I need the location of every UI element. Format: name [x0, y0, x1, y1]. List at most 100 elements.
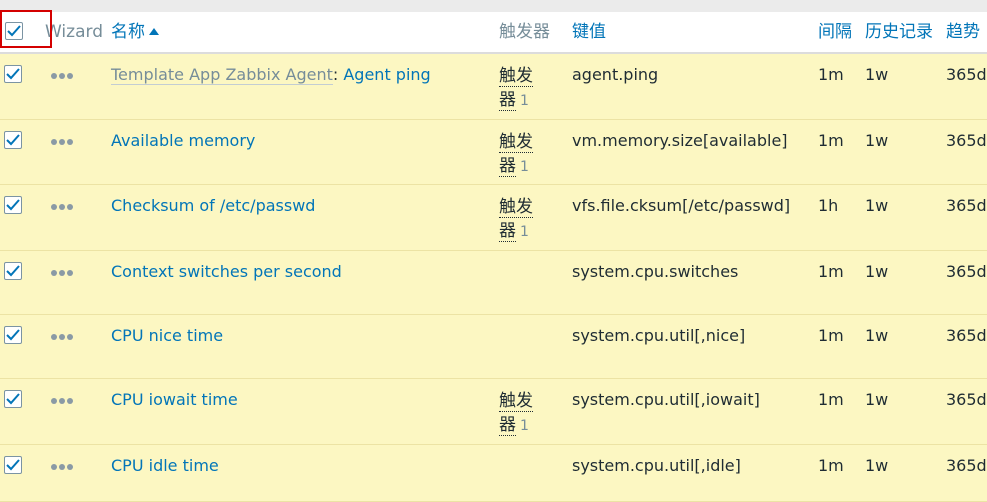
select-all-checkbox[interactable] [5, 22, 23, 40]
template-link[interactable]: Template App Zabbix Agent [111, 65, 333, 85]
item-key: system.cpu.switches [572, 262, 739, 281]
item-history: 1w [865, 262, 889, 281]
item-trends: 365d [946, 326, 987, 345]
item-key: system.cpu.util[,nice] [572, 326, 746, 345]
row-checkbox[interactable] [4, 390, 22, 408]
triggers-cell: 触发器 1 [499, 130, 539, 179]
item-name-link[interactable]: CPU nice time [111, 326, 223, 345]
item-actions-menu-icon[interactable] [51, 464, 75, 470]
item-history: 1w [865, 390, 889, 409]
column-header-key[interactable]: 键值 [572, 12, 606, 52]
item-key: system.cpu.util[,idle] [572, 456, 741, 475]
item-name-link[interactable]: Context switches per second [111, 262, 342, 281]
table-row: CPU idle time system.cpu.util[,idle] 1m 1w 3… [0, 445, 987, 502]
triggers-link-cont[interactable]: 器 [499, 156, 516, 177]
item-name-cell: Context switches per second [111, 262, 342, 281]
item-key: system.cpu.util[,iowait] [572, 390, 760, 409]
item-trends: 365d [946, 131, 987, 150]
item-key: vm.memory.size[available] [572, 131, 788, 150]
name-separator: : [332, 65, 339, 84]
item-trends: 365d [946, 456, 987, 475]
row-checkbox[interactable] [4, 65, 22, 83]
item-name-cell: CPU nice time [111, 326, 223, 345]
item-history: 1w [865, 196, 889, 215]
column-header-history[interactable]: 历史记录 [865, 12, 933, 52]
trigger-count: 1 [520, 418, 529, 434]
item-key: agent.ping [572, 65, 659, 84]
checkmark-icon [6, 329, 20, 341]
column-header-name[interactable]: 名称 [111, 12, 159, 52]
item-interval: 1m [818, 326, 844, 345]
table-row: Template App Zabbix Agent: Agent ping 触发器… [0, 54, 987, 120]
items-table: Wizard 名称 触发器 键值 间隔 历史记录 趋势 Template App… [0, 12, 987, 502]
checkmark-icon [6, 265, 20, 277]
row-checkbox[interactable] [4, 326, 22, 344]
item-actions-menu-icon[interactable] [51, 398, 75, 404]
sort-ascending-icon [149, 28, 159, 35]
item-name-link[interactable]: Available memory [111, 131, 255, 150]
checkmark-icon [6, 68, 20, 80]
item-actions-menu-icon[interactable] [51, 334, 75, 340]
item-history: 1w [865, 65, 889, 84]
trigger-count: 1 [520, 224, 529, 240]
item-trends: 365d [946, 390, 987, 409]
table-body: Template App Zabbix Agent: Agent ping 触发器… [0, 54, 987, 502]
item-interval: 1m [818, 131, 844, 150]
column-header-name-label: 名称 [111, 22, 145, 42]
item-actions-menu-icon[interactable] [51, 139, 75, 145]
table-header: Wizard 名称 触发器 键值 间隔 历史记录 趋势 [0, 12, 987, 54]
triggers-link-cont[interactable]: 器 [499, 221, 516, 242]
row-checkbox[interactable] [4, 196, 22, 214]
item-name-cell: Checksum of /etc/passwd [111, 196, 315, 215]
column-header-trends[interactable]: 趋势 [946, 12, 980, 52]
triggers-link[interactable]: 触发 [499, 197, 533, 218]
row-checkbox[interactable] [4, 131, 22, 149]
item-name-cell: CPU idle time [111, 456, 219, 475]
item-name-link[interactable]: Agent ping [343, 65, 430, 84]
item-name-link[interactable]: CPU iowait time [111, 390, 238, 409]
item-actions-menu-icon[interactable] [51, 73, 75, 79]
triggers-link[interactable]: 触发 [499, 132, 533, 153]
item-trends: 365d [946, 65, 987, 84]
item-interval: 1m [818, 65, 844, 84]
checkmark-icon [6, 199, 20, 211]
item-name-cell: Template App Zabbix Agent: Agent ping [111, 65, 431, 85]
item-name-link[interactable]: CPU idle time [111, 456, 219, 475]
item-history: 1w [865, 456, 889, 475]
table-row: CPU nice time system.cpu.util[,nice] 1m 1w 3… [0, 315, 987, 379]
item-history: 1w [865, 326, 889, 345]
triggers-link[interactable]: 触发 [499, 66, 533, 87]
trigger-count: 1 [520, 159, 529, 175]
row-checkbox[interactable] [4, 456, 22, 474]
item-name-link[interactable]: Checksum of /etc/passwd [111, 196, 315, 215]
item-actions-menu-icon[interactable] [51, 204, 75, 210]
table-row: Context switches per second system.cpu.sw… [0, 251, 987, 315]
item-interval: 1h [818, 196, 839, 215]
item-key: vfs.file.cksum[/etc/passwd] [572, 196, 791, 215]
checkmark-icon [6, 459, 20, 471]
triggers-cell: 触发器 1 [499, 389, 539, 438]
triggers-link-cont[interactable]: 器 [499, 415, 516, 436]
checkmark-icon [6, 134, 20, 146]
triggers-link-cont[interactable]: 器 [499, 90, 516, 111]
triggers-link[interactable]: 触发 [499, 391, 533, 412]
triggers-cell: 触发器 1 [499, 195, 539, 244]
item-interval: 1m [818, 390, 844, 409]
column-header-wizard: Wizard [45, 22, 103, 42]
column-header-interval[interactable]: 间隔 [818, 12, 852, 52]
item-name-cell: Available memory [111, 131, 255, 150]
checkmark-icon [6, 393, 20, 405]
item-name-cell: CPU iowait time [111, 390, 238, 409]
triggers-cell: 触发器 1 [499, 64, 539, 113]
item-history: 1w [865, 131, 889, 150]
table-row: Checksum of /etc/passwd 触发器 1 vfs.file.cksu… [0, 185, 987, 251]
item-actions-menu-icon[interactable] [51, 270, 75, 276]
checkmark-icon [7, 25, 21, 37]
item-interval: 1m [818, 262, 844, 281]
item-trends: 365d [946, 196, 987, 215]
item-interval: 1m [818, 456, 844, 475]
trigger-count: 1 [520, 93, 529, 109]
top-strip [0, 0, 987, 12]
column-header-triggers: 触发器 [499, 22, 550, 42]
row-checkbox[interactable] [4, 262, 22, 280]
